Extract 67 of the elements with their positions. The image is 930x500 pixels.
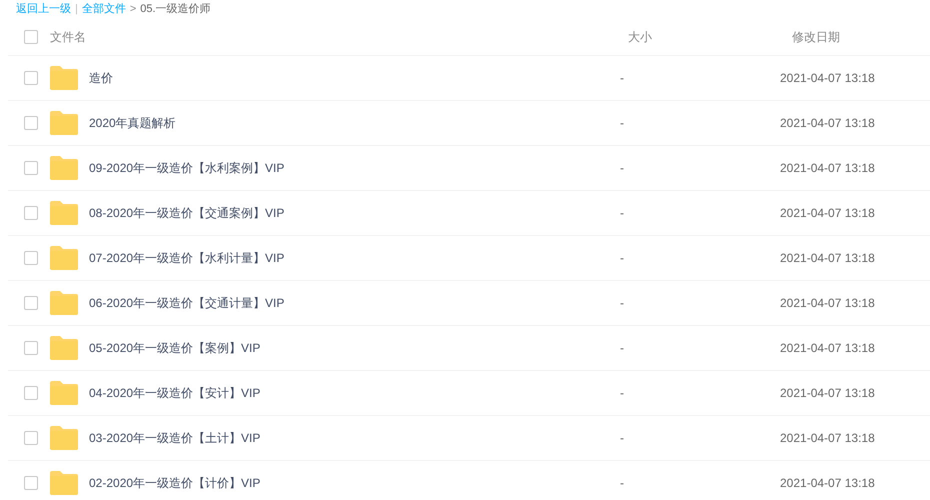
modified-date: 2021-04-07 13:18 — [780, 70, 875, 87]
folder-icon — [50, 111, 78, 135]
file-row[interactable]: 2020年真题解析 - 2021-04-07 13:18 — [8, 101, 930, 146]
modified-date: 2021-04-07 13:18 — [780, 430, 875, 447]
file-name[interactable]: 02-2020年一级造价【计价】VIP — [89, 474, 620, 492]
folder-icon — [50, 291, 78, 315]
checkbox[interactable] — [24, 116, 38, 130]
column-header[interactable]: 修改日期 — [792, 28, 840, 46]
modified-date: 2021-04-07 13:18 — [780, 160, 875, 177]
checkbox[interactable] — [24, 431, 38, 445]
folder-icon — [50, 201, 78, 225]
modified-date: 2021-04-07 13:18 — [780, 250, 875, 267]
file-row[interactable]: 03-2020年一级造价【土计】VIP - 2021-04-07 13:18 — [8, 416, 930, 461]
file-name[interactable]: 06-2020年一级造价【交通计量】VIP — [89, 294, 620, 312]
checkbox[interactable] — [24, 161, 38, 175]
folder-icon — [50, 426, 78, 450]
file-size: - — [620, 70, 625, 87]
file-size: - — [620, 340, 625, 357]
file-row[interactable]: 04-2020年一级造价【安计】VIP - 2021-04-07 13:18 — [8, 371, 930, 416]
file-size: - — [620, 205, 625, 222]
file-size: - — [620, 475, 625, 492]
file-size: - — [620, 430, 625, 447]
checkbox[interactable] — [24, 206, 38, 220]
file-name[interactable]: 07-2020年一级造价【水利计量】VIP — [89, 249, 620, 267]
folder-icon — [50, 471, 78, 495]
file-row[interactable]: 02-2020年一级造价【计价】VIP - 2021-04-07 13:18 — [8, 461, 930, 500]
modified-date: 2021-04-07 13:18 — [780, 295, 875, 312]
modified-date: 2021-04-07 13:18 — [780, 385, 875, 402]
folder-icon — [50, 66, 78, 90]
file-size: - — [620, 295, 625, 312]
breadcrumb-separator: > — [130, 2, 136, 17]
modified-date: 2021-04-07 13:18 — [780, 115, 875, 132]
file-name[interactable]: 造价 — [89, 69, 620, 87]
column-header[interactable]: 大小 — [628, 28, 792, 46]
file-size: - — [620, 115, 625, 132]
folder-icon — [50, 381, 78, 405]
file-name[interactable]: 05-2020年一级造价【案例】VIP — [89, 339, 620, 357]
current-folder: 05.一级造价师 — [140, 2, 211, 17]
modified-date: 2021-04-07 13:18 — [780, 340, 875, 357]
folder-icon — [50, 156, 78, 180]
file-row[interactable]: 07-2020年一级造价【水利计量】VIP - 2021-04-07 13:18 — [8, 236, 930, 281]
modified-date: 2021-04-07 13:18 — [780, 475, 875, 492]
file-row[interactable]: 09-2020年一级造价【水利案例】VIP - 2021-04-07 13:18 — [8, 146, 930, 191]
folder-icon — [50, 246, 78, 270]
checkbox[interactable] — [24, 251, 38, 265]
checkbox[interactable] — [24, 30, 38, 44]
checkbox[interactable] — [24, 296, 38, 310]
column-header[interactable]: 文件名 — [50, 28, 628, 46]
file-name[interactable]: 03-2020年一级造价【土计】VIP — [89, 429, 620, 447]
file-size: - — [620, 250, 625, 267]
separator: | — [75, 2, 78, 17]
file-size: - — [620, 385, 625, 402]
file-row[interactable]: 05-2020年一级造价【案例】VIP - 2021-04-07 13:18 — [8, 326, 930, 371]
checkbox[interactable] — [24, 386, 38, 400]
file-name[interactable]: 2020年真题解析 — [89, 114, 620, 132]
folder-icon — [50, 336, 78, 360]
file-row[interactable]: 06-2020年一级造价【交通计量】VIP - 2021-04-07 13:18 — [8, 281, 930, 326]
modified-date: 2021-04-07 13:18 — [780, 205, 875, 222]
file-name[interactable]: 04-2020年一级造价【安计】VIP — [89, 384, 620, 402]
file-size: - — [620, 160, 625, 177]
file-row[interactable]: 造价 - 2021-04-07 13:18 — [8, 56, 930, 101]
file-row[interactable]: 08-2020年一级造价【交通案例】VIP - 2021-04-07 13:18 — [8, 191, 930, 236]
checkbox[interactable] — [24, 341, 38, 355]
checkbox[interactable] — [24, 476, 38, 490]
file-name[interactable]: 09-2020年一级造价【水利案例】VIP — [89, 159, 620, 177]
file-name[interactable]: 08-2020年一级造价【交通案例】VIP — [89, 204, 620, 222]
checkbox[interactable] — [24, 71, 38, 85]
